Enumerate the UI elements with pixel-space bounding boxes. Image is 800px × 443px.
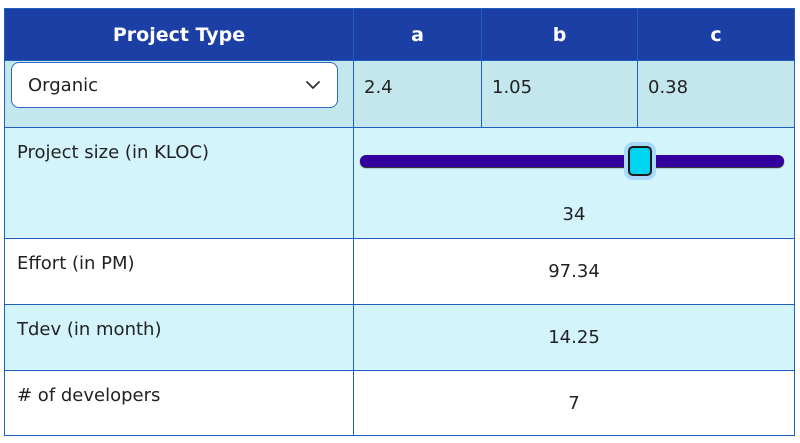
coefficient-a: 2.4 — [354, 61, 482, 128]
developers-value: 7 — [354, 371, 794, 435]
tdev-label: Tdev (in month) — [5, 305, 354, 371]
header-c: c — [638, 9, 794, 61]
header-a: a — [354, 9, 482, 61]
project-size-label: Project size (in KLOC) — [5, 128, 354, 239]
project-size-slider-track[interactable] — [360, 155, 784, 167]
header-project-type: Project Type — [5, 9, 354, 61]
project-type-select[interactable]: Organic — [11, 62, 338, 108]
coefficient-b: 1.05 — [482, 61, 638, 128]
chevron-down-icon — [305, 77, 321, 98]
header-b: b — [482, 9, 638, 61]
project-size-cell: 34 — [354, 128, 794, 239]
effort-label: Effort (in PM) — [5, 239, 354, 305]
tdev-value: 14.25 — [354, 305, 794, 371]
project-type-selected-value: Organic — [28, 74, 99, 96]
developers-label: # of developers — [5, 371, 354, 435]
effort-value: 97.34 — [354, 239, 794, 305]
coefficient-c: 0.38 — [638, 61, 794, 128]
project-size-slider-thumb[interactable] — [627, 146, 652, 176]
project-size-value: 34 — [562, 203, 586, 225]
